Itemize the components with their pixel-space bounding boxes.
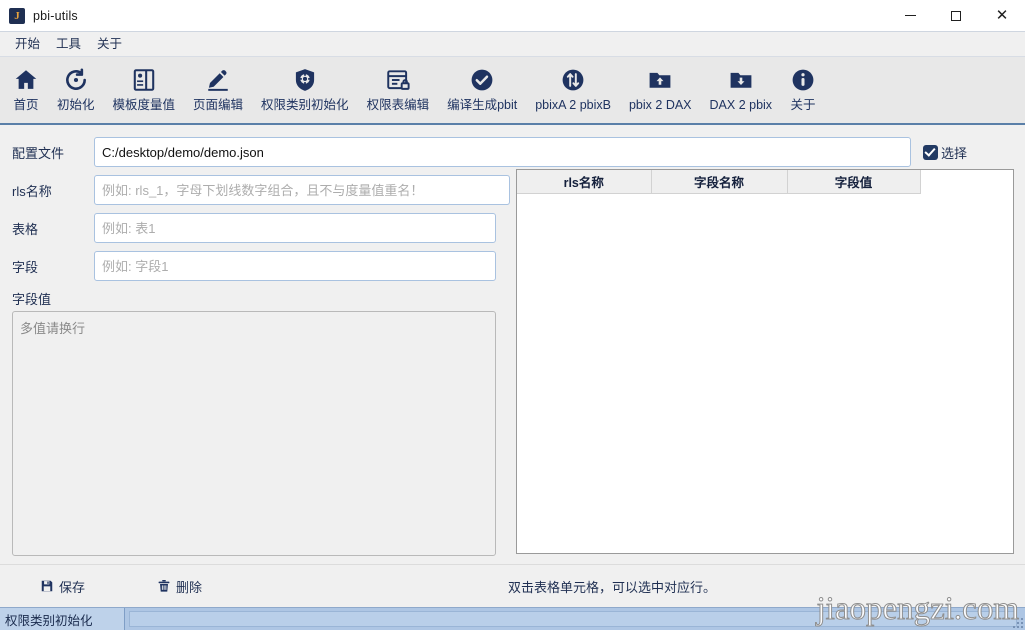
check-circle-icon <box>469 64 495 96</box>
toolbar-label-dax-to-pbix: DAX 2 pbix <box>709 98 773 112</box>
toolbar-button-dax-to-pbix[interactable]: DAX 2 pbix <box>701 62 782 120</box>
delete-button-label: 删除 <box>176 579 203 595</box>
rls-name-input[interactable] <box>94 175 510 205</box>
maximize-button[interactable] <box>933 0 979 31</box>
field-value-wrapper <box>0 311 513 561</box>
field-label: 字段 <box>12 259 39 275</box>
status-bar: 权限类别初始化 <box>0 607 1025 630</box>
toolbar-label-permission-table-edit: 权限表编辑 <box>366 98 430 112</box>
field-value-label: 字段值 <box>12 292 52 307</box>
maximize-icon <box>951 10 961 21</box>
footer-actions: 保存 删除 双击表格单元格，可以选中对应行。 <box>0 564 1025 607</box>
application-window: J pbi-utils ✕ 开始 工具 关于 首页 初始化 模板度量值 页面编辑… <box>0 0 1025 630</box>
menu-item-start[interactable]: 开始 <box>8 34 47 54</box>
main-content: 配置文件 选择 rls名称 表格 字段 字段值 <box>0 125 1025 564</box>
table-header-row: rls名称 字段名称 字段值 <box>517 170 1013 194</box>
toolbar-label-compile-pbit: 编译生成pbit <box>447 98 518 112</box>
save-button-label: 保存 <box>59 579 86 595</box>
toolbar-button-home[interactable]: 首页 <box>4 62 48 120</box>
delete-button[interactable]: 删除 <box>151 574 208 599</box>
table-row-field: 表格 <box>0 209 513 247</box>
toolbar-button-about[interactable]: 关于 <box>781 62 825 120</box>
rls-name-label: rls名称 <box>12 183 52 199</box>
toolbar-label-pbix-to-dax: pbix 2 DAX <box>628 98 692 112</box>
refresh-icon <box>63 64 89 96</box>
info-circle-icon <box>790 64 816 96</box>
window-controls: ✕ <box>887 0 1025 31</box>
table-label: 表格 <box>12 221 39 237</box>
toolbar-label-home: 首页 <box>13 98 39 112</box>
config-file-label: 配置文件 <box>12 145 65 161</box>
minimize-button[interactable] <box>887 0 933 31</box>
folder-up-icon <box>647 64 673 96</box>
trash-icon <box>157 579 171 593</box>
toolbar-label-pbixa-to-pbixb: pbixA 2 pbixB <box>535 98 611 112</box>
home-icon <box>13 64 39 96</box>
toolbar-button-pbix-to-dax[interactable]: pbix 2 DAX <box>620 62 701 120</box>
save-button[interactable]: 保存 <box>34 574 91 599</box>
app-icon: J <box>9 7 25 24</box>
toolbar-button-page-edit[interactable]: 页面编辑 <box>184 62 252 120</box>
status-progress-field <box>129 611 1017 627</box>
rls-table[interactable]: rls名称 字段名称 字段值 <box>516 169 1014 554</box>
field-row: 字段 <box>0 247 513 285</box>
toolbar-button-permission-table-edit[interactable]: 权限表编辑 <box>358 62 439 120</box>
toolbar-button-init[interactable]: 初始化 <box>48 62 104 120</box>
toolbar-button-pbixa-to-pbixb[interactable]: pbixA 2 pbixB <box>526 62 620 120</box>
close-button[interactable]: ✕ <box>979 0 1025 31</box>
menu-bar: 开始 工具 关于 <box>0 32 1025 57</box>
toolbar-label-about: 关于 <box>790 98 816 112</box>
folder-down-icon <box>728 64 754 96</box>
save-icon <box>40 579 54 593</box>
column-header-rls-name[interactable]: rls名称 <box>517 170 652 194</box>
status-section-label: 权限类别初始化 <box>0 608 125 630</box>
toolbar-label-page-edit: 页面编辑 <box>193 98 244 112</box>
field-input[interactable] <box>94 251 496 281</box>
column-header-field-name[interactable]: 字段名称 <box>651 170 788 194</box>
window-title: pbi-utils <box>33 8 78 23</box>
table-input[interactable] <box>94 213 496 243</box>
toolbar-button-template-measure[interactable]: 模板度量值 <box>104 62 185 120</box>
menu-item-about[interactable]: 关于 <box>90 34 129 54</box>
menu-item-tools[interactable]: 工具 <box>49 34 88 54</box>
field-value-textarea[interactable] <box>12 311 496 556</box>
toolbar-label-init: 初始化 <box>57 98 95 112</box>
column-header-spacer <box>920 170 1013 194</box>
toolbar-label-template-measure: 模板度量值 <box>112 98 176 112</box>
table-lock-icon <box>385 64 411 96</box>
transfer-circle-icon <box>560 64 586 96</box>
template-icon <box>131 64 157 96</box>
minimize-icon <box>904 15 916 16</box>
column-header-field-value[interactable]: 字段值 <box>787 170 921 194</box>
resize-grip[interactable] <box>1011 616 1023 628</box>
toolbar-label-permission-init: 权限类别初始化 <box>261 98 349 112</box>
title-bar: J pbi-utils ✕ <box>0 0 1025 32</box>
rls-name-row: rls名称 <box>0 171 513 209</box>
right-grid-pane: rls名称 字段名称 字段值 <box>513 125 1025 564</box>
toolbar-button-permission-init[interactable]: 权限类别初始化 <box>252 62 358 120</box>
rls-table-grid: rls名称 字段名称 字段值 <box>517 170 1013 194</box>
toolbar: 首页 初始化 模板度量值 页面编辑 权限类别初始化 权限表编辑 编译生成pbit… <box>0 57 1025 125</box>
toolbar-button-compile-pbit[interactable]: 编译生成pbit <box>438 62 526 120</box>
close-icon: ✕ <box>995 6 1009 24</box>
left-form-pane: 配置文件 选择 rls名称 表格 字段 字段值 <box>0 125 967 564</box>
pencil-icon <box>205 64 231 96</box>
shield-gear-icon <box>292 64 318 96</box>
table-hint-text: 双击表格单元格，可以选中对应行。 <box>508 579 717 595</box>
